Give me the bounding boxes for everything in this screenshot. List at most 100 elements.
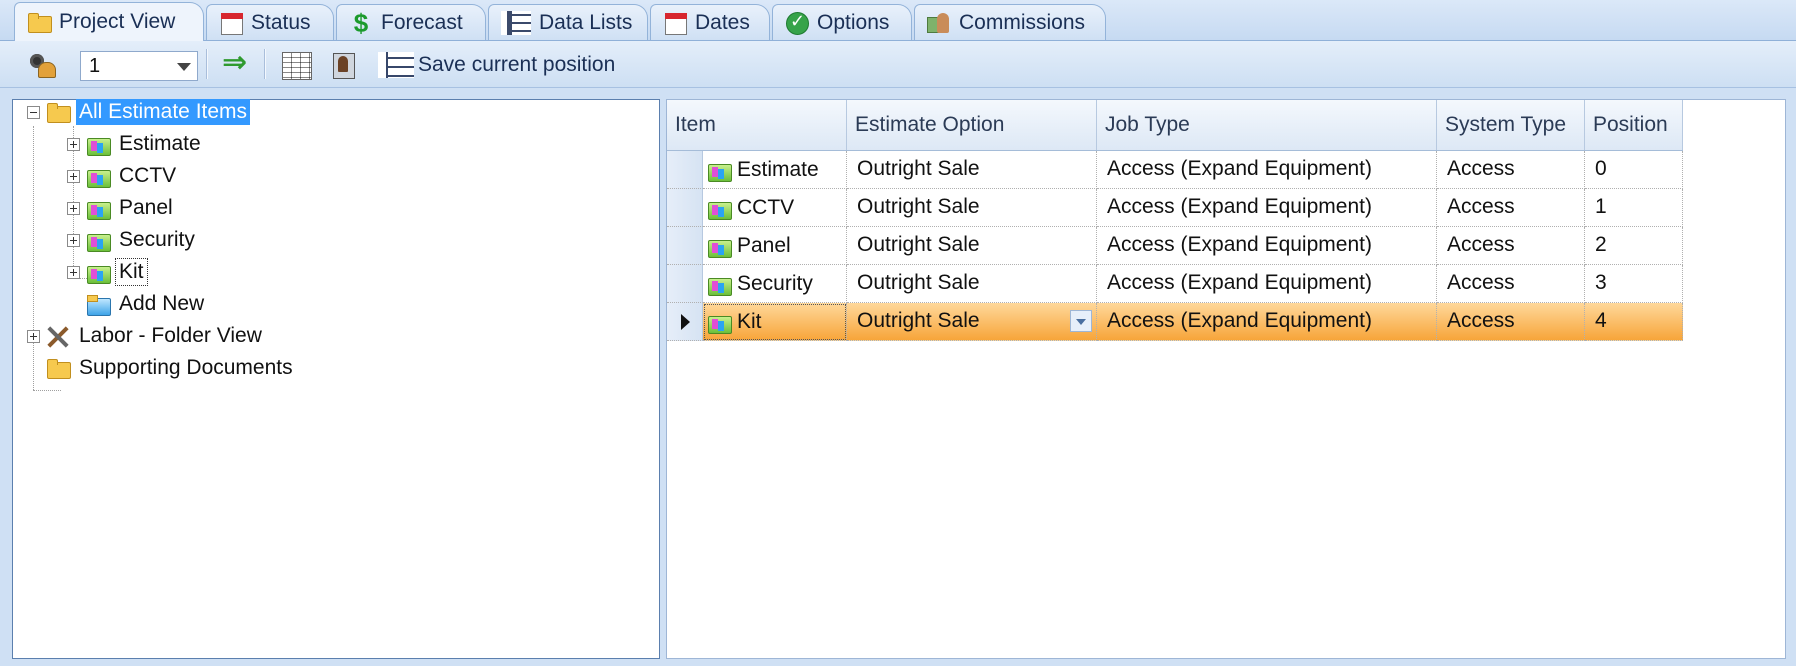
item-cell[interactable]: Estimate [703, 151, 847, 189]
tree-node-cctv[interactable]: CCTV [67, 161, 179, 191]
tree-node-label[interactable]: All Estimate Items [76, 99, 251, 125]
expand-icon[interactable] [67, 265, 80, 279]
tree-node-label[interactable]: Kit [115, 258, 148, 286]
tree-node-label[interactable]: Estimate [116, 131, 204, 157]
row-indicator[interactable] [667, 227, 703, 265]
item-cell[interactable]: Security [703, 265, 847, 303]
current-row-arrow-icon [681, 314, 690, 330]
expand-icon[interactable] [67, 233, 80, 247]
expand-icon[interactable] [27, 329, 40, 343]
row-indicator[interactable] [667, 303, 703, 341]
arrow-right-icon[interactable]: ⇒ [222, 48, 250, 78]
tab-label: Project View [59, 10, 176, 33]
tree-node-label[interactable]: Labor - Folder View [76, 323, 265, 349]
expand-icon[interactable] [67, 137, 80, 151]
system-type-cell[interactable]: Access [1437, 265, 1585, 303]
chevron-down-icon[interactable] [177, 63, 191, 71]
tree-node-add-new[interactable]: Add New [86, 289, 207, 319]
table-row[interactable]: Security Outright Sale Access (Expand Eq… [667, 265, 1683, 303]
estimate-option-cell[interactable]: Outright Sale [847, 265, 1097, 303]
tree-node-kit[interactable]: Kit [67, 257, 148, 287]
position-cell[interactable]: 0 [1585, 151, 1683, 189]
estimate-option-cell[interactable]: Outright Sale [847, 189, 1097, 227]
position-combo[interactable]: 1 [80, 51, 198, 81]
item-cell[interactable]: CCTV [703, 189, 847, 227]
estimate-folder-icon [707, 234, 732, 258]
tab-data-lists[interactable]: Data Lists [488, 4, 648, 40]
item-cell[interactable]: Kit [703, 303, 847, 341]
position-combo-value: 1 [89, 55, 101, 77]
tab-label: Commissions [959, 10, 1086, 34]
position-cell[interactable]: 1 [1585, 189, 1683, 227]
dollar-icon: $ [353, 7, 369, 38]
tree-node-estimate[interactable]: Estimate [67, 129, 204, 159]
column-header-job-type[interactable]: Job Type [1097, 100, 1437, 150]
grid-view-icon[interactable] [282, 52, 312, 80]
estimate-option-cell[interactable]: Outright Sale [847, 151, 1097, 189]
item-cell[interactable]: Panel [703, 227, 847, 265]
row-indicator[interactable] [667, 189, 703, 227]
tree-node-label[interactable]: Security [116, 227, 198, 253]
column-header-estimate-option[interactable]: Estimate Option [847, 100, 1097, 150]
estimate-option-cell[interactable]: Outright Sale [847, 303, 1097, 341]
item-name: Estimate [737, 157, 819, 181]
tab-forecast[interactable]: $ Forecast [336, 4, 486, 40]
tab-project-view[interactable]: Project View [14, 2, 204, 41]
users-settings-icon[interactable] [28, 52, 56, 78]
save-current-position-button[interactable]: Save current position [418, 53, 615, 77]
job-type-cell[interactable]: Access (Expand Equipment) [1097, 265, 1437, 303]
tree-node-labor[interactable]: Labor - Folder View [27, 321, 265, 351]
position-cell[interactable]: 4 [1585, 303, 1683, 341]
tab-commissions[interactable]: Commissions [914, 4, 1106, 40]
collapse-icon[interactable] [27, 105, 40, 119]
position-cell[interactable]: 3 [1585, 265, 1683, 303]
item-name: Kit [737, 309, 762, 333]
tab-strip: Project View Status $ Forecast Data List… [0, 0, 1796, 41]
calendar-icon [219, 11, 243, 35]
tab-status[interactable]: Status [206, 4, 334, 40]
column-header-item[interactable]: Item [667, 100, 847, 150]
tab-options[interactable]: Options [772, 4, 912, 40]
contact-card-icon[interactable] [330, 52, 358, 79]
item-name: Panel [737, 233, 791, 257]
tree-node-label[interactable]: Supporting Documents [76, 355, 296, 381]
item-name: Security [737, 271, 813, 295]
job-type-cell[interactable]: Access (Expand Equipment) [1097, 189, 1437, 227]
tree-connector [33, 390, 61, 392]
job-type-cell[interactable]: Access (Expand Equipment) [1097, 227, 1437, 265]
system-type-cell[interactable]: Access [1437, 189, 1585, 227]
chevron-down-icon[interactable] [1070, 310, 1092, 332]
expand-icon[interactable] [67, 201, 80, 215]
calendar-icon [663, 11, 687, 35]
estimate-option-cell[interactable]: Outright Sale [847, 227, 1097, 265]
system-type-cell[interactable]: Access [1437, 303, 1585, 341]
table-row[interactable]: Estimate Outright Sale Access (Expand Eq… [667, 151, 1683, 189]
row-indicator[interactable] [667, 265, 703, 303]
tab-label: Options [817, 10, 890, 34]
position-cell[interactable]: 2 [1585, 227, 1683, 265]
system-type-cell[interactable]: Access [1437, 151, 1585, 189]
table-row[interactable]: CCTV Outright Sale Access (Expand Equipm… [667, 189, 1683, 227]
column-header-position[interactable]: Position [1585, 100, 1683, 150]
numbered-list-icon[interactable] [378, 52, 414, 78]
tree-node-security[interactable]: Security [67, 225, 198, 255]
tree-node-panel[interactable]: Panel [67, 193, 176, 223]
tab-dates[interactable]: Dates [650, 4, 770, 40]
tree-node-label[interactable]: CCTV [116, 163, 179, 189]
system-type-cell[interactable]: Access [1437, 227, 1585, 265]
column-header-system-type[interactable]: System Type [1437, 100, 1585, 150]
tree-node-all-estimate-items[interactable]: All Estimate Items [27, 97, 251, 127]
job-type-cell[interactable]: Access (Expand Equipment) [1097, 303, 1437, 341]
table-row-selected[interactable]: Kit Outright Sale Access (Expand Equipme… [667, 303, 1683, 341]
row-indicator[interactable] [667, 151, 703, 189]
table-row[interactable]: Panel Outright Sale Access (Expand Equip… [667, 227, 1683, 265]
tree-node-label[interactable]: Add New [116, 291, 207, 317]
estimate-folder-icon [707, 158, 732, 182]
tree-node-supporting-documents[interactable]: Supporting Documents [46, 353, 296, 383]
job-type-cell[interactable]: Access (Expand Equipment) [1097, 151, 1437, 189]
tools-icon [46, 324, 70, 348]
list-icon [501, 10, 531, 35]
expand-icon[interactable] [67, 169, 80, 183]
tree-node-label[interactable]: Panel [116, 195, 176, 221]
check-circle-icon [785, 11, 809, 35]
